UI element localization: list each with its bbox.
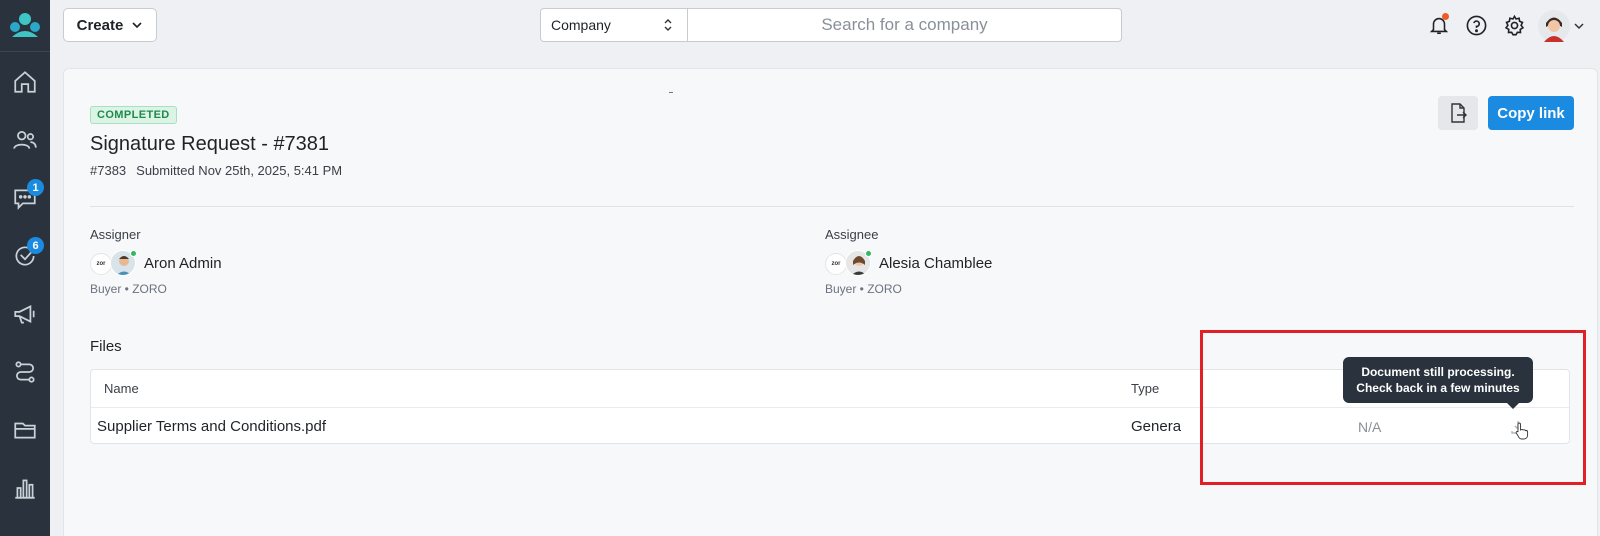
sidebar-item-announcements[interactable] <box>0 291 50 337</box>
assigner-section: Assigner zor Aron Admin Buyer • ZORO <box>90 227 222 296</box>
chevron-down-icon <box>1574 23 1584 30</box>
cursor-pointer-icon <box>1515 422 1529 440</box>
company-logo: zor <box>90 253 112 275</box>
status-badge: COMPLETED <box>90 106 177 124</box>
sidebar-item-users[interactable] <box>0 117 50 163</box>
help-icon <box>1466 15 1486 35</box>
users-icon <box>13 131 37 149</box>
company-logo: zor <box>825 253 847 275</box>
settings-button[interactable] <box>1500 11 1528 39</box>
search-scope-value: Company <box>551 17 611 33</box>
gear-icon <box>1504 14 1524 36</box>
chevron-down-icon <box>132 22 142 29</box>
tooltip-line-2: Check back in a few minutes <box>1356 381 1520 395</box>
bar-chart-icon <box>15 479 35 499</box>
assignee-role: Buyer • ZORO <box>825 282 902 296</box>
assignee-name[interactable]: Alesia Chamblee <box>879 255 992 272</box>
stray-mark <box>669 92 673 93</box>
online-status-dot <box>865 250 872 257</box>
megaphone-icon <box>14 305 35 324</box>
sidebar-item-reports[interactable] <box>0 465 50 511</box>
sort-arrows-icon <box>664 19 672 31</box>
app-logo-icon[interactable] <box>0 0 50 52</box>
assignee-avatars: zor <box>825 250 872 276</box>
processing-tooltip: Document still processing. Check back in… <box>1343 357 1533 409</box>
sidebar-item-files[interactable] <box>0 407 50 453</box>
route-icon <box>15 361 35 383</box>
submitted-date: Submitted Nov 25th, 2025, 5:41 PM <box>136 163 343 178</box>
request-meta: #7383 Submitted Nov 25th, 2025, 5:41 PM <box>90 163 342 178</box>
create-button[interactable]: Create <box>63 8 157 42</box>
help-button[interactable] <box>1462 11 1490 39</box>
assigner-role: Buyer • ZORO <box>90 282 167 296</box>
file-status-cell: N/A <box>1358 418 1382 435</box>
create-button-label: Create <box>76 16 124 34</box>
column-header-name[interactable]: Name <box>104 370 139 407</box>
signature-request-card: COMPLETED Signature Request - #7381 #738… <box>63 68 1598 536</box>
file-export-icon <box>1451 103 1467 123</box>
notification-dot <box>1442 13 1449 20</box>
tooltip-line-1: Document still processing. <box>1361 365 1515 379</box>
home-icon <box>14 71 36 93</box>
folder-icon <box>14 422 36 439</box>
export-document-button[interactable] <box>1438 96 1478 130</box>
assigner-label: Assigner <box>90 227 141 242</box>
online-status-dot <box>130 250 137 257</box>
sidebar-item-home[interactable] <box>0 59 50 105</box>
copy-link-button[interactable]: Copy link <box>1488 96 1574 130</box>
user-menu-button[interactable] <box>1538 8 1594 44</box>
page-title: Signature Request - #7381 <box>90 133 330 155</box>
assignee-label: Assignee <box>825 227 879 242</box>
assigner-name[interactable]: Aron Admin <box>144 255 222 272</box>
sidebar-item-messages[interactable]: 1 <box>0 175 50 221</box>
sidebar-item-tasks[interactable]: 6 <box>0 233 50 279</box>
sidebar: 1 6 <box>0 0 50 536</box>
download-button[interactable] <box>1507 416 1529 440</box>
request-id: #7383 <box>90 163 127 178</box>
column-header-type[interactable]: Type <box>1131 370 1159 407</box>
sidebar-item-workflows[interactable] <box>0 349 50 395</box>
messages-badge: 1 <box>27 179 44 196</box>
notifications-button[interactable] <box>1425 11 1453 39</box>
files-heading: Files <box>90 338 122 355</box>
file-type-cell: Genera <box>1131 418 1181 435</box>
avatar <box>1538 10 1570 42</box>
divider <box>90 206 1574 207</box>
search-scope-select[interactable]: Company <box>541 9 688 41</box>
file-name-cell[interactable]: Supplier Terms and Conditions.pdf <box>97 408 326 445</box>
assignee-section: Assignee zor Alesia Chamblee Buyer • ZOR… <box>825 227 992 296</box>
tasks-badge: 6 <box>27 237 44 254</box>
assigner-avatars: zor <box>90 250 137 276</box>
search-bar: Company <box>540 8 1122 42</box>
search-input[interactable] <box>688 9 1121 41</box>
